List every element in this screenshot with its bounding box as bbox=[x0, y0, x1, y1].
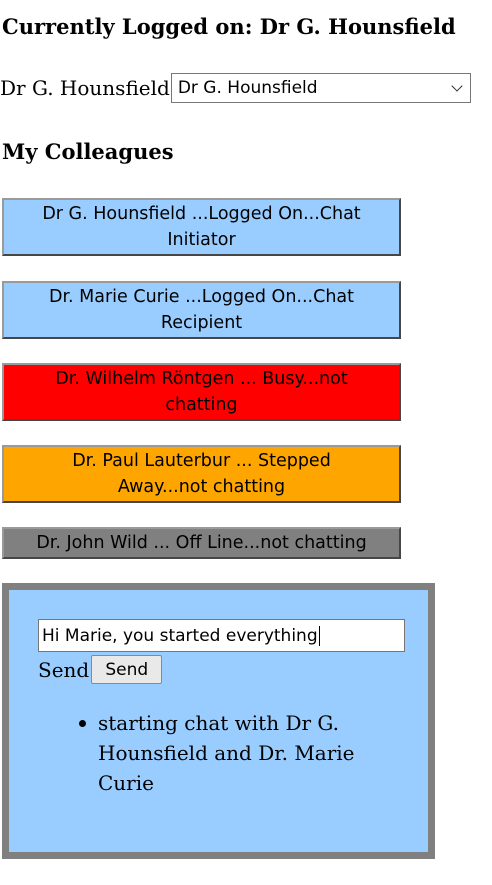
send-button[interactable]: Send bbox=[91, 655, 163, 684]
message-text: starting chat with Dr G. Hounsfield and … bbox=[98, 711, 355, 795]
chevron-down-icon bbox=[451, 80, 463, 92]
message-item: starting chat with Dr G. Hounsfield and … bbox=[79, 708, 388, 798]
colleague-button-lauterbur[interactable]: Dr. Paul Lauterbur ... Stepped Away...no… bbox=[2, 445, 401, 503]
message-input-text: Hi Marie, you started everything bbox=[42, 625, 318, 646]
bullet-icon bbox=[79, 720, 86, 727]
logged-on-heading: Currently Logged on: Dr G. Hounsfield bbox=[2, 14, 456, 39]
send-label: Send bbox=[38, 657, 90, 682]
current-user-row: Dr G. Hounsfield Dr G. Hounsfield bbox=[0, 73, 471, 103]
colleague-button-hounsfield[interactable]: Dr G. Hounsfield ...Logged On...Chat Ini… bbox=[2, 198, 401, 256]
message-list: starting chat with Dr G. Hounsfield and … bbox=[79, 708, 388, 798]
current-user-label: Dr G. Hounsfield bbox=[0, 76, 170, 100]
text-caret bbox=[318, 625, 320, 646]
colleague-button-wild[interactable]: Dr. John Wild ... Off Line...not chattin… bbox=[2, 527, 401, 559]
colleague-button-rontgen[interactable]: Dr. Wilhelm Röntgen ... Busy...not chatt… bbox=[2, 363, 401, 421]
chat-panel: Hi Marie, you started everything Send Se… bbox=[2, 583, 435, 859]
user-select-value: Dr G. Hounsfield bbox=[177, 78, 318, 98]
message-input[interactable]: Hi Marie, you started everything bbox=[38, 619, 405, 652]
user-select[interactable]: Dr G. Hounsfield bbox=[170, 73, 471, 103]
colleagues-heading: My Colleagues bbox=[2, 139, 174, 164]
colleague-button-curie[interactable]: Dr. Marie Curie ...Logged On...Chat Reci… bbox=[2, 281, 401, 339]
send-row: Send Send bbox=[38, 654, 163, 685]
